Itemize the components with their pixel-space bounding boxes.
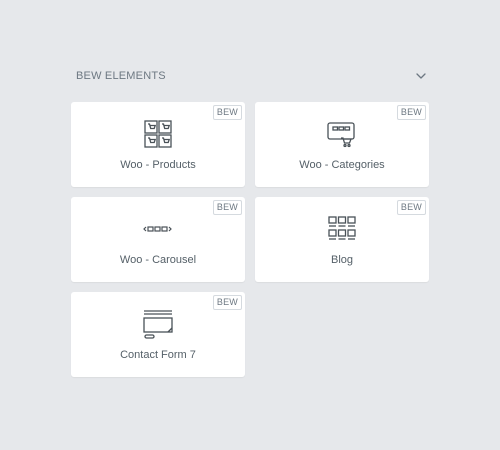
bew-badge: BEW bbox=[212, 295, 242, 310]
bew-badge: BEW bbox=[212, 200, 242, 215]
carousel-icon bbox=[141, 212, 175, 246]
widget-label: Woo - Products bbox=[120, 159, 196, 171]
bew-badge: BEW bbox=[396, 200, 426, 215]
widget-label: Woo - Carousel bbox=[119, 254, 197, 266]
bew-badge: BEW bbox=[212, 105, 242, 120]
section-title: BEW ELEMENTS bbox=[76, 70, 166, 82]
widget-label: Woo - Categories bbox=[299, 159, 385, 171]
chevron-down-icon[interactable] bbox=[414, 69, 428, 83]
categories-icon bbox=[325, 117, 359, 151]
products-grid-icon bbox=[141, 117, 175, 151]
widget-woo-categories[interactable]: BEW Woo - Categories bbox=[255, 102, 429, 187]
bew-badge: BEW bbox=[396, 105, 426, 120]
widget-woo-carousel[interactable]: BEW Woo - Carousel bbox=[71, 197, 245, 282]
widget-woo-products[interactable]: BEW Woo - Products bbox=[71, 102, 245, 187]
widget-contact-form-7[interactable]: BEW Contact Form 7 bbox=[71, 292, 245, 377]
widget-label: Blog bbox=[330, 254, 354, 266]
widget-blog[interactable]: BEW Blog bbox=[255, 197, 429, 282]
widget-grid: BEW Woo - Products BEW Woo - Categories … bbox=[71, 102, 429, 377]
widget-label: Contact Form 7 bbox=[120, 349, 196, 361]
bew-elements-section-header[interactable]: BEW ELEMENTS bbox=[76, 66, 428, 86]
blog-grid-icon bbox=[325, 212, 359, 246]
contact-form-icon bbox=[141, 307, 175, 341]
